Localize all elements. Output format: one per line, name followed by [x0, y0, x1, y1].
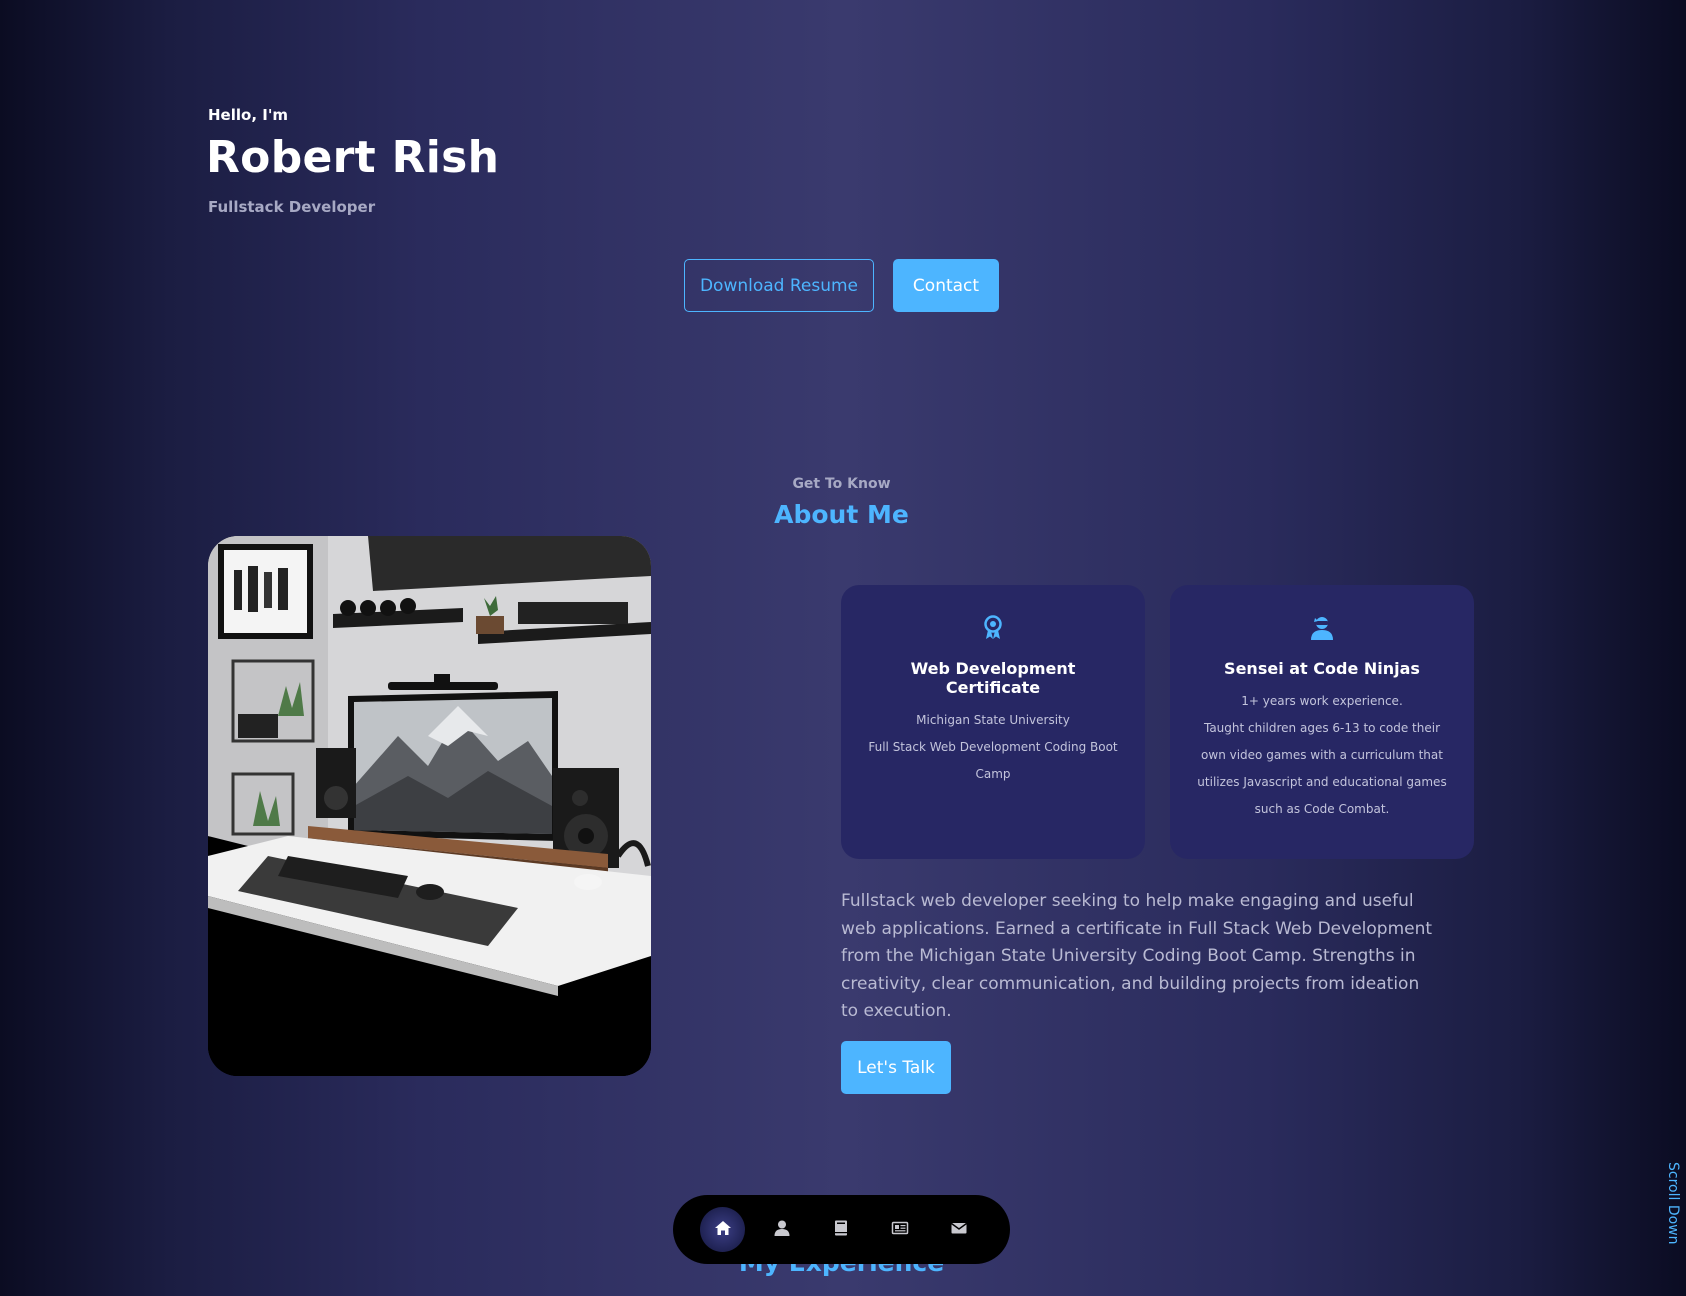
nav-home[interactable]	[700, 1207, 745, 1252]
card-line: Taught children ages 6-13 to code their	[1203, 721, 1441, 735]
card-line: 1+ years work experience.	[1241, 694, 1403, 708]
card-title: Sensei at Code Ninjas	[1224, 659, 1420, 678]
card-line: Camp	[975, 767, 1011, 781]
about-subtitle: Get To Know	[792, 476, 891, 492]
lets-talk-button[interactable]: Let's Talk	[841, 1041, 951, 1094]
card-line: Michigan State University	[916, 713, 1070, 727]
nav-contact[interactable]	[936, 1207, 981, 1252]
desk-setup-photo	[208, 536, 651, 1076]
experience-card: Sensei at Code Ninjas 1+ years work expe…	[1170, 585, 1474, 859]
card-title: Web Development Certificate	[910, 659, 1076, 697]
contact-button[interactable]: Contact	[893, 259, 999, 312]
nav-portfolio[interactable]	[877, 1207, 922, 1252]
about-title: About Me	[774, 500, 909, 529]
scroll-down-link[interactable]: Scroll Down	[1665, 1162, 1681, 1245]
nav-experience[interactable]	[818, 1207, 863, 1252]
download-resume-button[interactable]: Download Resume	[684, 259, 874, 312]
book-icon	[832, 1219, 850, 1241]
card-line: such as Code Combat.	[1254, 802, 1390, 816]
hero-greeting: Hello, I'm	[208, 106, 289, 124]
certificate-card: Web Development Certificate Michigan Sta…	[841, 585, 1145, 859]
card-line: utilizes Javascript and educational game…	[1197, 775, 1447, 789]
newspaper-icon	[891, 1219, 909, 1241]
card-line: Full Stack Web Development Coding Boot	[868, 740, 1118, 754]
award-icon	[980, 615, 1006, 641]
user-icon	[773, 1219, 791, 1241]
hero-name: Robert Rish	[206, 132, 500, 183]
mail-icon	[950, 1219, 968, 1241]
home-icon	[714, 1219, 732, 1241]
bottom-nav	[673, 1195, 1010, 1264]
nav-about[interactable]	[759, 1207, 804, 1252]
about-bio: Fullstack web developer seeking to help …	[841, 891, 1433, 1021]
card-line: own video games with a curriculum that	[1201, 748, 1443, 762]
user-ninja-icon	[1309, 615, 1335, 641]
hero-role: Fullstack Developer	[208, 198, 376, 216]
